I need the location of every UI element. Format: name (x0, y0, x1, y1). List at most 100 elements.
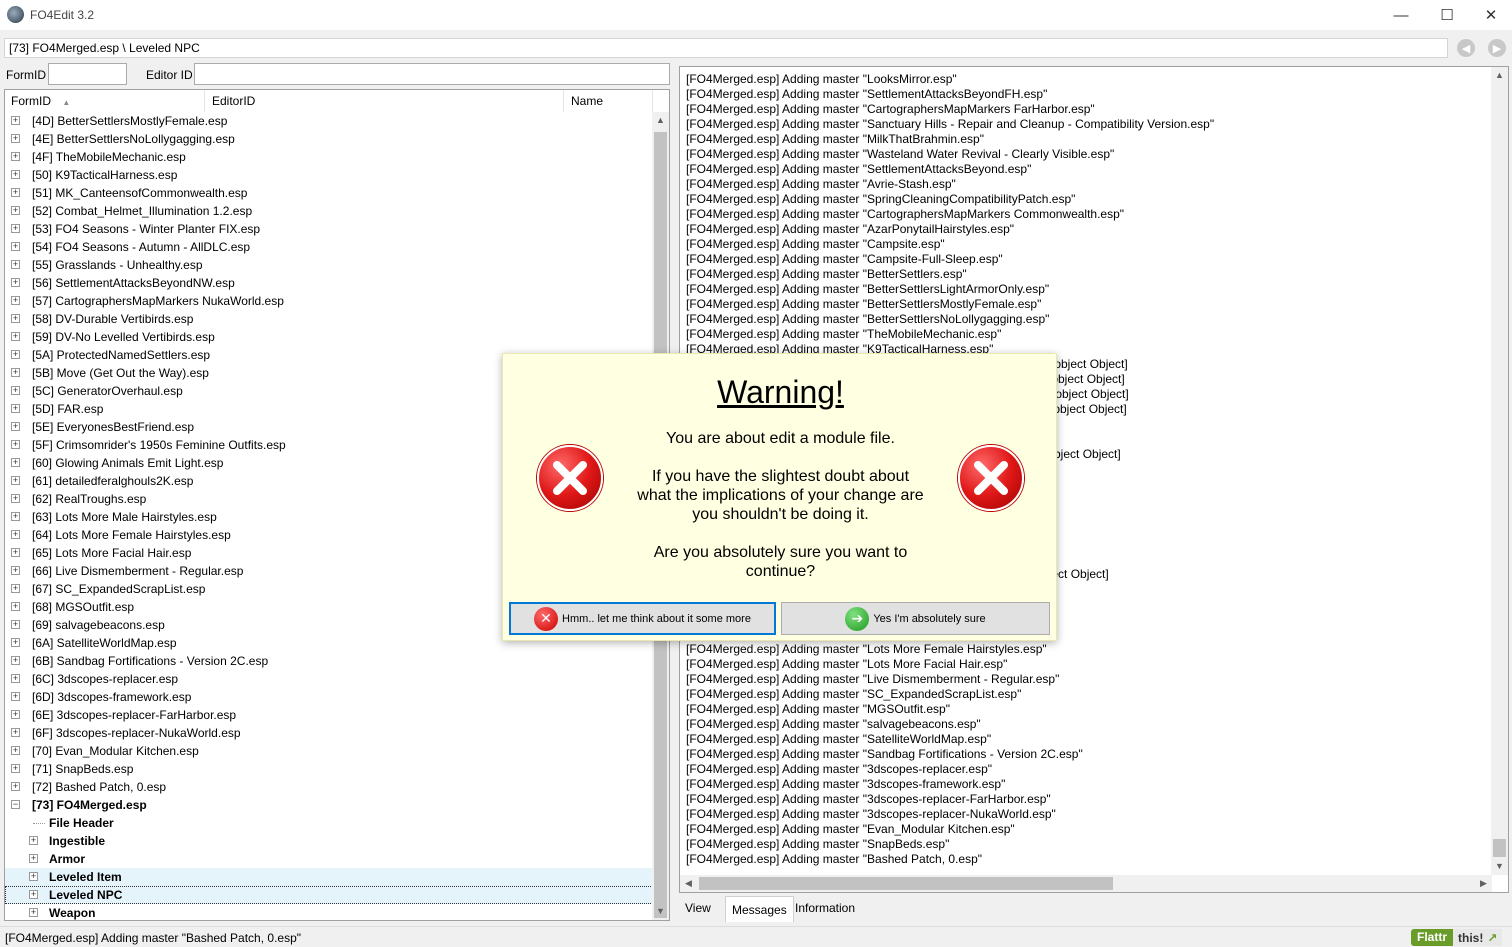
scroll-right-icon[interactable]: ▶ (1475, 875, 1492, 892)
scroll-down-icon[interactable]: ▼ (1491, 858, 1508, 875)
expand-icon[interactable]: + (29, 872, 38, 881)
column-formid[interactable]: FormID ▲ (5, 90, 205, 112)
scroll-thumb[interactable] (1493, 839, 1506, 857)
messages-vscrollbar[interactable]: ▲ ▼ (1491, 67, 1508, 875)
expand-icon[interactable]: + (11, 584, 20, 593)
expand-icon[interactable]: + (29, 854, 38, 863)
collapse-icon[interactable]: − (11, 800, 20, 809)
expand-icon[interactable]: + (11, 692, 20, 701)
expand-icon[interactable]: + (11, 476, 20, 485)
record-path-field[interactable]: [73] FO4Merged.esp \ Leveled NPC (4, 38, 1448, 58)
scroll-down-icon[interactable]: ▼ (652, 903, 669, 920)
expand-icon[interactable]: + (11, 710, 20, 719)
expand-icon[interactable]: + (11, 458, 20, 467)
tree-row[interactable]: + [72] Bashed Patch, 0.esp (5, 778, 653, 796)
tree-row[interactable]: + [58] DV-Durable Vertibirds.esp (5, 310, 653, 328)
scroll-up-icon[interactable]: ▲ (652, 112, 669, 129)
expand-icon[interactable]: + (29, 836, 38, 845)
expand-icon[interactable]: + (11, 566, 20, 575)
expand-icon[interactable]: + (11, 656, 20, 665)
tree-row[interactable]: + [4F] TheMobileMechanic.esp (5, 148, 653, 166)
expand-icon[interactable]: + (11, 278, 20, 287)
tab-view[interactable]: View (679, 897, 717, 921)
tree-row[interactable]: + [6D] 3dscopes-framework.esp (5, 688, 653, 706)
expand-icon[interactable]: + (11, 224, 20, 233)
tree-row[interactable]: + [50] K9TacticalHarness.esp (5, 166, 653, 184)
tree-row[interactable]: + [57] CartographersMapMarkers NukaWorld.… (5, 292, 653, 310)
tree-row[interactable]: File Header (5, 814, 653, 832)
tab-information[interactable]: Information (789, 897, 861, 921)
expand-icon[interactable]: + (29, 908, 38, 917)
expand-icon[interactable]: + (11, 152, 20, 161)
expand-icon[interactable]: + (11, 548, 20, 557)
tree-row[interactable]: + [4E] BetterSettlersNoLollygagging.esp (5, 130, 653, 148)
expand-icon[interactable]: + (11, 260, 20, 269)
expand-icon[interactable]: + (11, 386, 20, 395)
tree-row[interactable]: + [6B] Sandbag Fortifications - Version 2… (5, 652, 653, 670)
formid-filter-input[interactable] (48, 63, 127, 85)
expand-icon[interactable]: + (11, 134, 20, 143)
close-button[interactable]: ✕ (1468, 0, 1512, 30)
expand-icon[interactable]: + (11, 170, 20, 179)
expand-icon[interactable]: + (11, 602, 20, 611)
tree-row[interactable]: + [71] SnapBeds.esp (5, 760, 653, 778)
expand-icon[interactable]: + (11, 638, 20, 647)
expand-icon[interactable]: + (11, 332, 20, 341)
back-icon[interactable]: ◀ (1457, 39, 1475, 57)
expand-icon[interactable]: + (11, 188, 20, 197)
expand-icon[interactable]: + (11, 404, 20, 413)
cancel-button[interactable]: ✕ Hmm.. let me think about it some more (509, 602, 776, 635)
expand-icon[interactable]: + (11, 494, 20, 503)
scroll-thumb[interactable] (699, 877, 1113, 890)
tab-messages[interactable]: Messages (725, 896, 794, 922)
expand-icon[interactable]: + (11, 422, 20, 431)
expand-icon[interactable]: + (11, 530, 20, 539)
expand-icon[interactable]: + (11, 512, 20, 521)
expand-icon[interactable]: + (11, 242, 20, 251)
expand-icon[interactable]: + (11, 620, 20, 629)
expand-icon[interactable]: + (11, 296, 20, 305)
tree-row[interactable]: + [55] Grasslands - Unhealthy.esp (5, 256, 653, 274)
tree-row[interactable]: + [52] Combat_Helmet_Illumination 1.2.esp (5, 202, 653, 220)
expand-icon[interactable]: + (11, 206, 20, 215)
flattr-button[interactable]: Flattr this! ↗ (1411, 929, 1510, 946)
expand-icon[interactable]: + (11, 368, 20, 377)
maximize-button[interactable]: ☐ (1424, 0, 1470, 30)
expand-icon[interactable]: + (11, 314, 20, 323)
tree-row[interactable]: + Ingestible (5, 832, 653, 850)
expand-icon[interactable]: + (11, 728, 20, 737)
tree-row[interactable]: + [4D] BetterSettlersMostlyFemale.esp (5, 112, 653, 130)
scroll-up-icon[interactable]: ▲ (1491, 67, 1508, 84)
confirm-button[interactable]: ➔ Yes I'm absolutely sure (781, 602, 1050, 635)
tree-row[interactable]: + Leveled Item (5, 868, 653, 886)
tree-row[interactable]: + [53] FO4 Seasons - Winter Planter FIX.e… (5, 220, 653, 238)
tree-row[interactable]: + Weapon (5, 904, 653, 920)
forward-icon[interactable]: ▶ (1488, 39, 1506, 57)
tree-row[interactable]: + Leveled NPC (5, 886, 653, 904)
expand-icon[interactable]: + (11, 116, 20, 125)
column-editorid[interactable]: EditorID (206, 90, 564, 112)
column-name[interactable]: Name (565, 90, 653, 112)
minimize-button[interactable]: — (1378, 0, 1424, 30)
expand-icon[interactable]: + (29, 890, 38, 899)
messages-hscrollbar[interactable]: ◀ ▶ (680, 875, 1492, 892)
editorid-filter-input[interactable] (194, 63, 670, 85)
tree-row[interactable]: + [6C] 3dscopes-replacer.esp (5, 670, 653, 688)
tree-row[interactable]: + [59] DV-No Levelled Vertibirds.esp (5, 328, 653, 346)
expand-icon[interactable]: + (11, 782, 20, 791)
expand-icon[interactable]: + (11, 674, 20, 683)
tree-row[interactable]: − [73] FO4Merged.esp (5, 796, 653, 814)
expand-icon[interactable]: + (11, 764, 20, 773)
tree-row[interactable]: + [6F] 3dscopes-replacer-NukaWorld.esp (5, 724, 653, 742)
message-line: [FO4Merged.esp] Adding master "TheMobile… (686, 327, 1002, 341)
expand-icon[interactable]: + (11, 746, 20, 755)
tree-row[interactable]: + [54] FO4 Seasons - Autumn - AllDLC.esp (5, 238, 653, 256)
tree-row[interactable]: + [51] MK_CanteensofCommonwealth.esp (5, 184, 653, 202)
tree-row[interactable]: + [70] Evan_Modular Kitchen.esp (5, 742, 653, 760)
tree-row[interactable]: + [6E] 3dscopes-replacer-FarHarbor.esp (5, 706, 653, 724)
expand-icon[interactable]: + (11, 440, 20, 449)
tree-row[interactable]: + Armor (5, 850, 653, 868)
tree-row[interactable]: + [56] SettlementAttacksBeyondNW.esp (5, 274, 653, 292)
expand-icon[interactable]: + (11, 350, 20, 359)
scroll-left-icon[interactable]: ◀ (680, 875, 697, 892)
